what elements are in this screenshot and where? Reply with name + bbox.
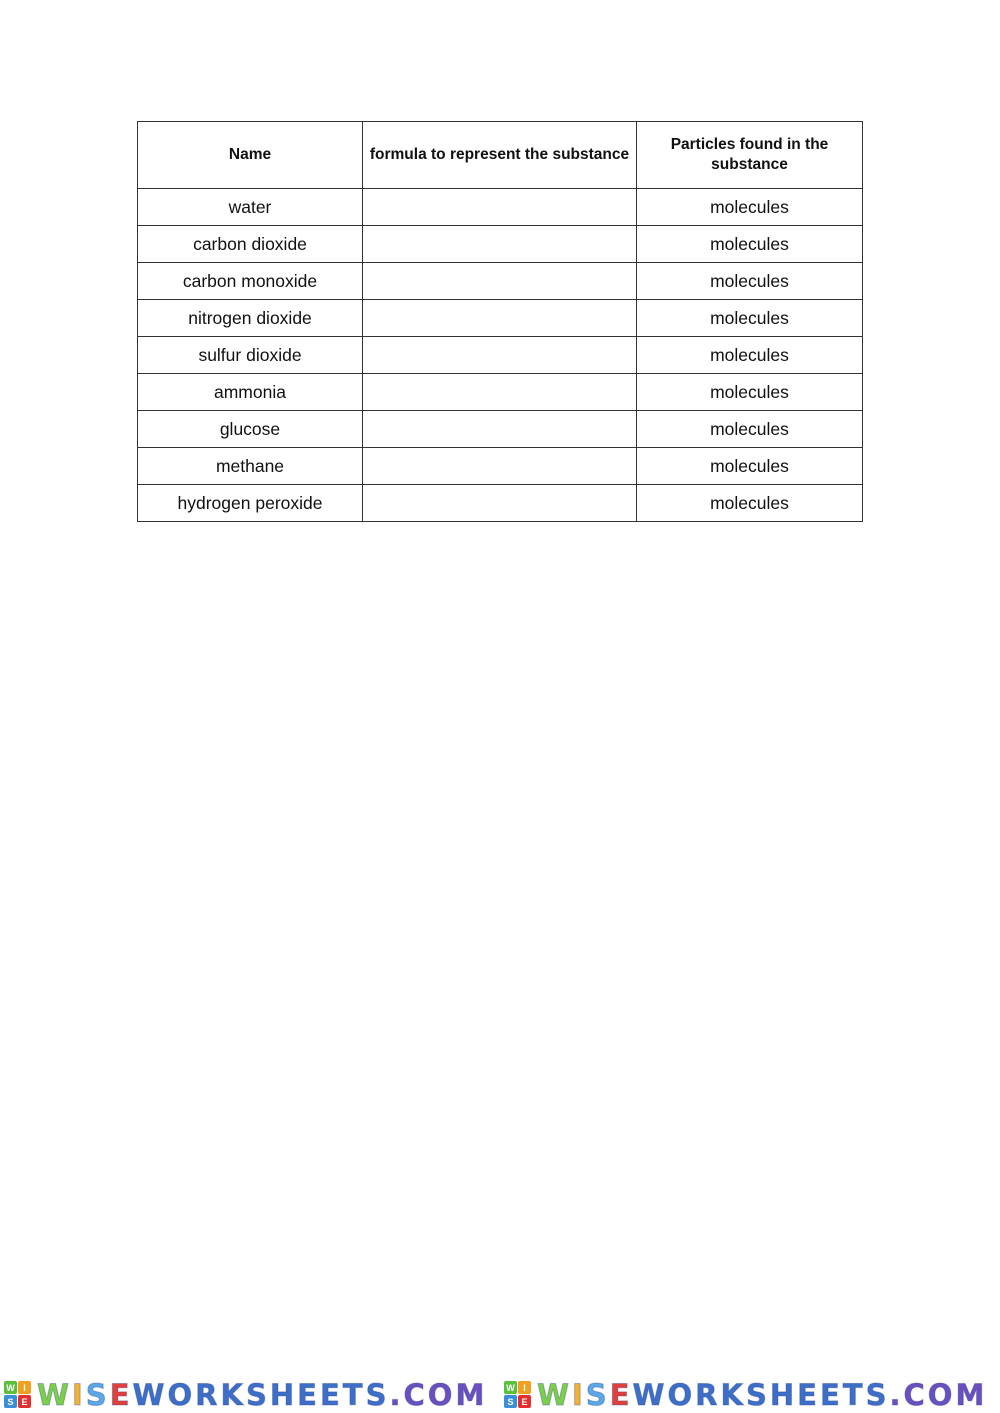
brand-letter: O: [927, 1377, 956, 1412]
brand-letter: T: [842, 1377, 866, 1412]
table-row: carbon dioxide molecules: [137, 225, 863, 263]
brand-letter: S: [85, 1377, 110, 1412]
brand-letter: H: [769, 1377, 798, 1412]
logo-tile: I: [18, 1381, 31, 1394]
brand-letter: S: [585, 1377, 610, 1412]
brand-letter: C: [403, 1377, 428, 1412]
brand-text: WISEWORKSHEETS.COM: [37, 1377, 488, 1412]
cell-particles: molecules: [636, 410, 863, 448]
cell-name: hydrogen peroxide: [137, 484, 363, 522]
brand-letter: E: [819, 1377, 843, 1412]
table-row: methane molecules: [137, 447, 863, 485]
brand-letter: M: [955, 1377, 988, 1412]
brand-letter: T: [342, 1377, 366, 1412]
cell-name: carbon monoxide: [137, 262, 363, 300]
header-name: Name: [137, 121, 363, 189]
brand-letter: W: [632, 1377, 668, 1412]
brand-letter: O: [167, 1377, 196, 1412]
brand-watermark: WISE WISEWORKSHEETS.COM: [0, 1376, 500, 1413]
table-row: nitrogen dioxide molecules: [137, 299, 863, 337]
brand-letter: K: [220, 1377, 246, 1412]
cell-formula[interactable]: [362, 410, 637, 448]
table-row: hydrogen peroxide molecules: [137, 484, 863, 522]
brand-letter: O: [427, 1377, 456, 1412]
header-particles: Particles found in the substance: [636, 121, 863, 189]
cell-name: nitrogen dioxide: [137, 299, 363, 337]
cell-formula[interactable]: [362, 225, 637, 263]
cell-particles: molecules: [636, 225, 863, 263]
cell-name: sulfur dioxide: [137, 336, 363, 374]
brand-letter: S: [745, 1377, 770, 1412]
cell-name: ammonia: [137, 373, 363, 411]
wise-logo-icon: WISE: [4, 1381, 31, 1408]
cell-particles: molecules: [636, 262, 863, 300]
brand-letter: S: [245, 1377, 270, 1412]
cell-formula[interactable]: [362, 447, 637, 485]
brand-letter: .: [889, 1377, 904, 1412]
brand-letter: E: [297, 1377, 320, 1412]
cell-name: methane: [137, 447, 363, 485]
brand-letter: H: [269, 1377, 298, 1412]
table-header-row: Name formula to represent the substance …: [137, 121, 863, 189]
brand-watermark: WISE WISEWORKSHEETS.COM: [500, 1376, 1000, 1413]
cell-formula[interactable]: [362, 262, 637, 300]
brand-letter: E: [319, 1377, 343, 1412]
brand-letter: E: [797, 1377, 820, 1412]
watermark-footer: WISE WISEWORKSHEETS.COM WISE WISEWORKSHE…: [0, 1376, 1000, 1413]
cell-particles: molecules: [636, 484, 863, 522]
cell-particles: molecules: [636, 447, 863, 485]
brand-letter: W: [132, 1377, 168, 1412]
cell-formula[interactable]: [362, 336, 637, 374]
logo-tile: E: [18, 1395, 31, 1408]
brand-letter: K: [720, 1377, 746, 1412]
header-formula: formula to represent the substance: [362, 121, 637, 189]
substances-table: Name formula to represent the substance …: [137, 121, 863, 522]
logo-tile: S: [4, 1395, 17, 1408]
brand-letter: S: [865, 1377, 890, 1412]
brand-text: WISEWORKSHEETS.COM: [537, 1377, 988, 1412]
cell-formula[interactable]: [362, 484, 637, 522]
logo-tile: E: [518, 1395, 531, 1408]
logo-tile: W: [4, 1381, 17, 1394]
logo-tile: I: [518, 1381, 531, 1394]
table-row: glucose molecules: [137, 410, 863, 448]
brand-letter: E: [109, 1377, 133, 1412]
cell-name: carbon dioxide: [137, 225, 363, 263]
cell-particles: molecules: [636, 188, 863, 226]
brand-letter: W: [37, 1377, 72, 1412]
table-row: carbon monoxide molecules: [137, 262, 863, 300]
cell-formula[interactable]: [362, 188, 637, 226]
table-row: sulfur dioxide molecules: [137, 336, 863, 374]
cell-name: glucose: [137, 410, 363, 448]
cell-particles: molecules: [636, 336, 863, 374]
brand-letter: R: [695, 1377, 721, 1412]
logo-tile: W: [504, 1381, 517, 1394]
brand-letter: I: [572, 1377, 586, 1412]
brand-letter: C: [903, 1377, 928, 1412]
brand-letter: .: [389, 1377, 404, 1412]
wise-logo-icon: WISE: [504, 1381, 531, 1408]
cell-formula[interactable]: [362, 373, 637, 411]
cell-name: water: [137, 188, 363, 226]
brand-letter: O: [667, 1377, 696, 1412]
brand-letter: M: [455, 1377, 488, 1412]
brand-letter: W: [537, 1377, 572, 1412]
brand-letter: R: [195, 1377, 221, 1412]
cell-formula[interactable]: [362, 299, 637, 337]
brand-letter: I: [72, 1377, 86, 1412]
table-row: water molecules: [137, 188, 863, 226]
logo-tile: S: [504, 1395, 517, 1408]
cell-particles: molecules: [636, 373, 863, 411]
brand-letter: S: [365, 1377, 390, 1412]
brand-letter: E: [609, 1377, 633, 1412]
table-row: ammonia molecules: [137, 373, 863, 411]
cell-particles: molecules: [636, 299, 863, 337]
